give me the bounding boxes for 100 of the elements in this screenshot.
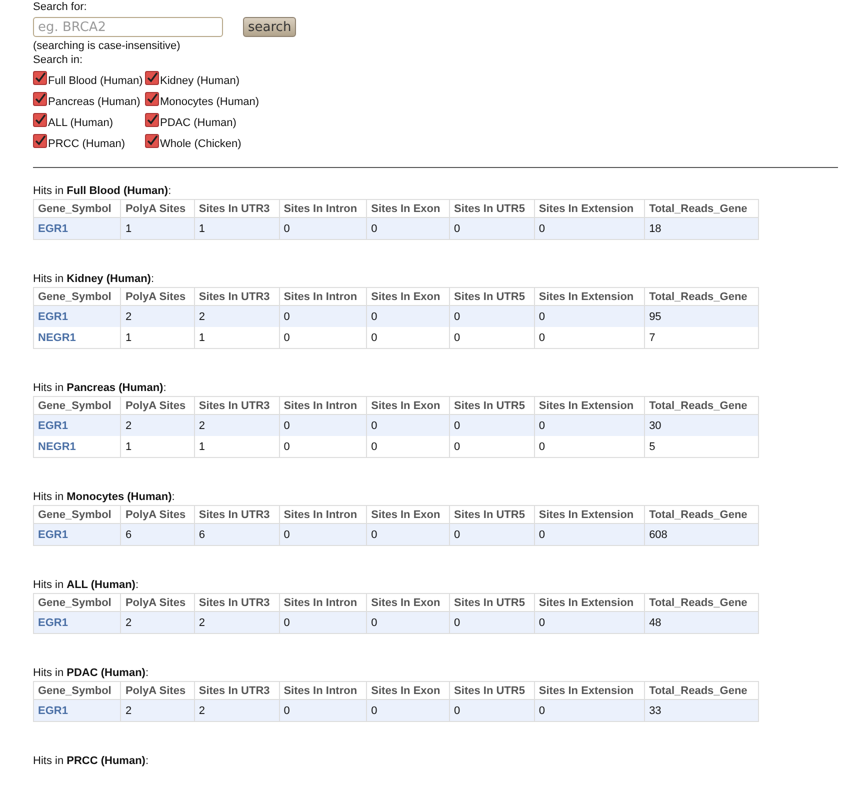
table-cell: 0 — [371, 704, 378, 716]
table-cell: 0 — [538, 704, 546, 716]
table-cell: 0 — [284, 616, 290, 628]
gene-link[interactable]: EGR1 — [38, 616, 68, 628]
table-cell: 2 — [198, 420, 205, 432]
table-cell: 1 — [198, 440, 205, 452]
checkbox[interactable] — [145, 71, 159, 85]
table-cell: 0 — [538, 310, 546, 322]
gene-link[interactable]: EGR1 — [38, 310, 68, 322]
table-cell: 2 — [198, 704, 205, 716]
checkbox-label[interactable]: Whole (Chicken) — [160, 138, 242, 150]
column-header: Sites In Intron — [279, 682, 367, 700]
column-header: Sites In Exon — [366, 396, 450, 414]
table-cell: 0 — [371, 222, 378, 234]
table-cell: 0 — [284, 222, 290, 234]
table-cell: 2 — [198, 616, 205, 628]
column-header: Sites In Exon — [366, 200, 450, 218]
table-cell: 2 — [125, 420, 132, 432]
gene-link[interactable]: EGR1 — [38, 704, 68, 716]
checkbox-label[interactable]: Monocytes (Human) — [160, 96, 260, 108]
table-cell: 0 — [284, 420, 290, 432]
column-header: Sites In Intron — [279, 396, 367, 414]
column-header: Sites In Extension — [534, 594, 645, 612]
column-header: Gene_Symbol — [34, 288, 121, 306]
table-cell: 0 — [454, 420, 460, 432]
table-cell: 1 — [198, 222, 205, 234]
table-cell: 0 — [284, 440, 290, 452]
checkbox[interactable] — [145, 113, 159, 127]
checkbox[interactable] — [33, 71, 47, 85]
search-note: (searching is case-insensitive) — [33, 39, 182, 53]
table-cell: 0 — [371, 616, 378, 628]
column-header: Gene_Symbol — [34, 506, 121, 524]
checkbox[interactable] — [145, 92, 159, 106]
table-cell: 30 — [649, 420, 662, 432]
column-header: Sites In Exon — [366, 682, 450, 700]
column-header: PolyA Sites — [120, 594, 194, 612]
results-heading: Hits in PDAC (Human): — [33, 666, 150, 680]
checkbox[interactable] — [145, 134, 159, 148]
checkbox[interactable] — [33, 134, 47, 148]
table-cell: 5 — [649, 440, 656, 452]
table-cell: 0 — [538, 528, 546, 540]
table-cell: 0 — [371, 440, 378, 452]
column-header: PolyA Sites — [120, 200, 194, 218]
gene-link[interactable]: NEGR1 — [38, 440, 76, 452]
table-cell: 0 — [538, 332, 546, 344]
table-cell: 0 — [371, 310, 378, 322]
gene-link[interactable]: NEGR1 — [38, 332, 76, 344]
table-cell: 0 — [454, 528, 460, 540]
table-cell: 0 — [284, 332, 290, 344]
table-cell: 6 — [125, 528, 132, 540]
table-cell: 0 — [371, 332, 378, 344]
table-cell: 608 — [649, 528, 668, 540]
column-header: Sites In UTR5 — [450, 594, 534, 612]
results-heading: Hits in Kidney (Human): — [33, 272, 156, 286]
checkbox-label[interactable]: Kidney (Human) — [160, 75, 240, 87]
table-cell: 95 — [649, 310, 662, 322]
checkbox-label[interactable]: PDAC (Human) — [160, 117, 236, 129]
column-header: Sites In UTR3 — [194, 594, 280, 612]
column-header: Gene_Symbol — [34, 594, 121, 612]
column-header: Sites In Extension — [534, 396, 645, 414]
column-header: Sites In Extension — [534, 506, 645, 524]
table-cell: 2 — [125, 704, 132, 716]
table-cell: 0 — [371, 420, 378, 432]
table-cell: 1 — [125, 332, 132, 344]
table-cell: 2 — [125, 616, 132, 628]
search-field[interactable]: eg. BRCA2 — [33, 17, 223, 37]
table-cell: 0 — [284, 528, 290, 540]
column-header: Sites In UTR3 — [194, 506, 280, 524]
checkbox-label[interactable]: PRCC (Human) — [48, 138, 126, 150]
column-header: Sites In UTR5 — [450, 682, 534, 700]
table-cell: 48 — [649, 616, 662, 628]
column-header: Sites In Intron — [279, 506, 367, 524]
column-header: Sites In UTR5 — [450, 200, 534, 218]
search-in-label: Search in: — [33, 53, 84, 67]
results-heading: Hits in Pancreas (Human): — [33, 381, 168, 395]
column-header: Sites In UTR5 — [450, 396, 534, 414]
gene-link[interactable]: EGR1 — [38, 222, 68, 234]
column-header: Sites In Extension — [534, 288, 645, 306]
column-header: Sites In UTR5 — [450, 506, 534, 524]
search-button[interactable]: search — [243, 17, 296, 37]
column-header: Sites In UTR3 — [194, 396, 280, 414]
checkbox[interactable] — [33, 113, 47, 127]
column-header: PolyA Sites — [120, 506, 194, 524]
table-cell: 2 — [125, 310, 132, 322]
checkbox[interactable] — [33, 92, 47, 106]
column-header: Sites In Intron — [279, 288, 367, 306]
table-cell: 7 — [649, 332, 656, 344]
table-cell: 0 — [538, 616, 546, 628]
checkbox-label[interactable]: ALL (Human) — [48, 117, 114, 129]
column-header: Sites In Exon — [366, 288, 450, 306]
checkbox-label[interactable]: Pancreas (Human) — [48, 96, 140, 108]
gene-link[interactable]: EGR1 — [38, 420, 68, 432]
results-heading: Hits in Monocytes (Human): — [33, 490, 176, 504]
table-cell: 1 — [125, 440, 132, 452]
results-heading: Hits in ALL (Human): — [33, 578, 140, 592]
table-cell: 6 — [198, 528, 205, 540]
gene-link[interactable]: EGR1 — [38, 528, 68, 540]
checkbox-label[interactable]: Full Blood (Human) — [48, 75, 143, 87]
column-header: Sites In UTR5 — [450, 288, 534, 306]
column-header: Sites In Extension — [534, 682, 645, 700]
